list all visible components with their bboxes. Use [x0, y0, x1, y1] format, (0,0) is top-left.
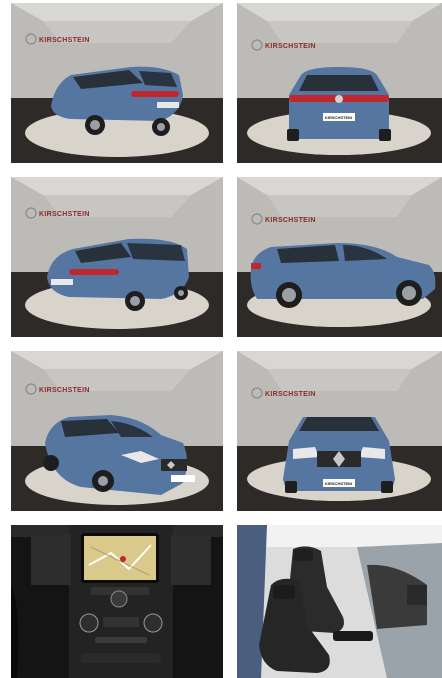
svg-text:KIRSCHSTEIN: KIRSCHSTEIN: [39, 387, 90, 394]
svg-text:KIRSCHSTEIN: KIRSCHSTEIN: [325, 115, 352, 120]
photo-dashboard: [11, 525, 223, 678]
photo-tile-rear[interactable]: KIRSCHSTEIN KIRSCHSTEIN: [237, 3, 442, 163]
svg-text:KIRSCHSTEIN: KIRSCHSTEIN: [265, 43, 316, 50]
photo-gallery: KIRSCHSTEIN KIRSCHSTEIN KIRSCHSTEIN KIRS…: [0, 0, 442, 678]
photo-tile-seats[interactable]: [237, 525, 442, 678]
photo-tile-front[interactable]: KIRSCHSTEIN KIRSCHSTEIN: [237, 351, 442, 511]
car: KIRSCHSTEIN: [283, 417, 395, 493]
photo-front-left: KIRSCHSTEIN: [11, 351, 223, 511]
photo-tile-rear-left[interactable]: KIRSCHSTEIN: [11, 3, 223, 163]
photo-rear-left: KIRSCHSTEIN: [11, 3, 223, 163]
photo-rear-left-high: KIRSCHSTEIN: [11, 177, 223, 337]
photo-front: KIRSCHSTEIN KIRSCHSTEIN: [237, 351, 442, 511]
svg-text:KIRSCHSTEIN: KIRSCHSTEIN: [325, 481, 352, 486]
car: KIRSCHSTEIN: [287, 67, 391, 141]
photo-tile-dashboard[interactable]: [11, 525, 223, 678]
photo-rear: KIRSCHSTEIN KIRSCHSTEIN: [237, 3, 442, 163]
photo-tile-rear-left-high[interactable]: KIRSCHSTEIN: [11, 177, 223, 337]
photo-seats: [237, 525, 442, 678]
infotainment-screen: [81, 533, 159, 583]
svg-text:KIRSCHSTEIN: KIRSCHSTEIN: [265, 391, 316, 398]
photo-tile-front-left[interactable]: KIRSCHSTEIN: [11, 351, 223, 511]
photo-tile-side[interactable]: KIRSCHSTEIN: [237, 177, 442, 337]
photo-side: KIRSCHSTEIN: [237, 177, 442, 337]
svg-text:KIRSCHSTEIN: KIRSCHSTEIN: [265, 217, 316, 224]
svg-text:KIRSCHSTEIN: KIRSCHSTEIN: [39, 211, 90, 218]
svg-text:KIRSCHSTEIN: KIRSCHSTEIN: [39, 37, 90, 44]
